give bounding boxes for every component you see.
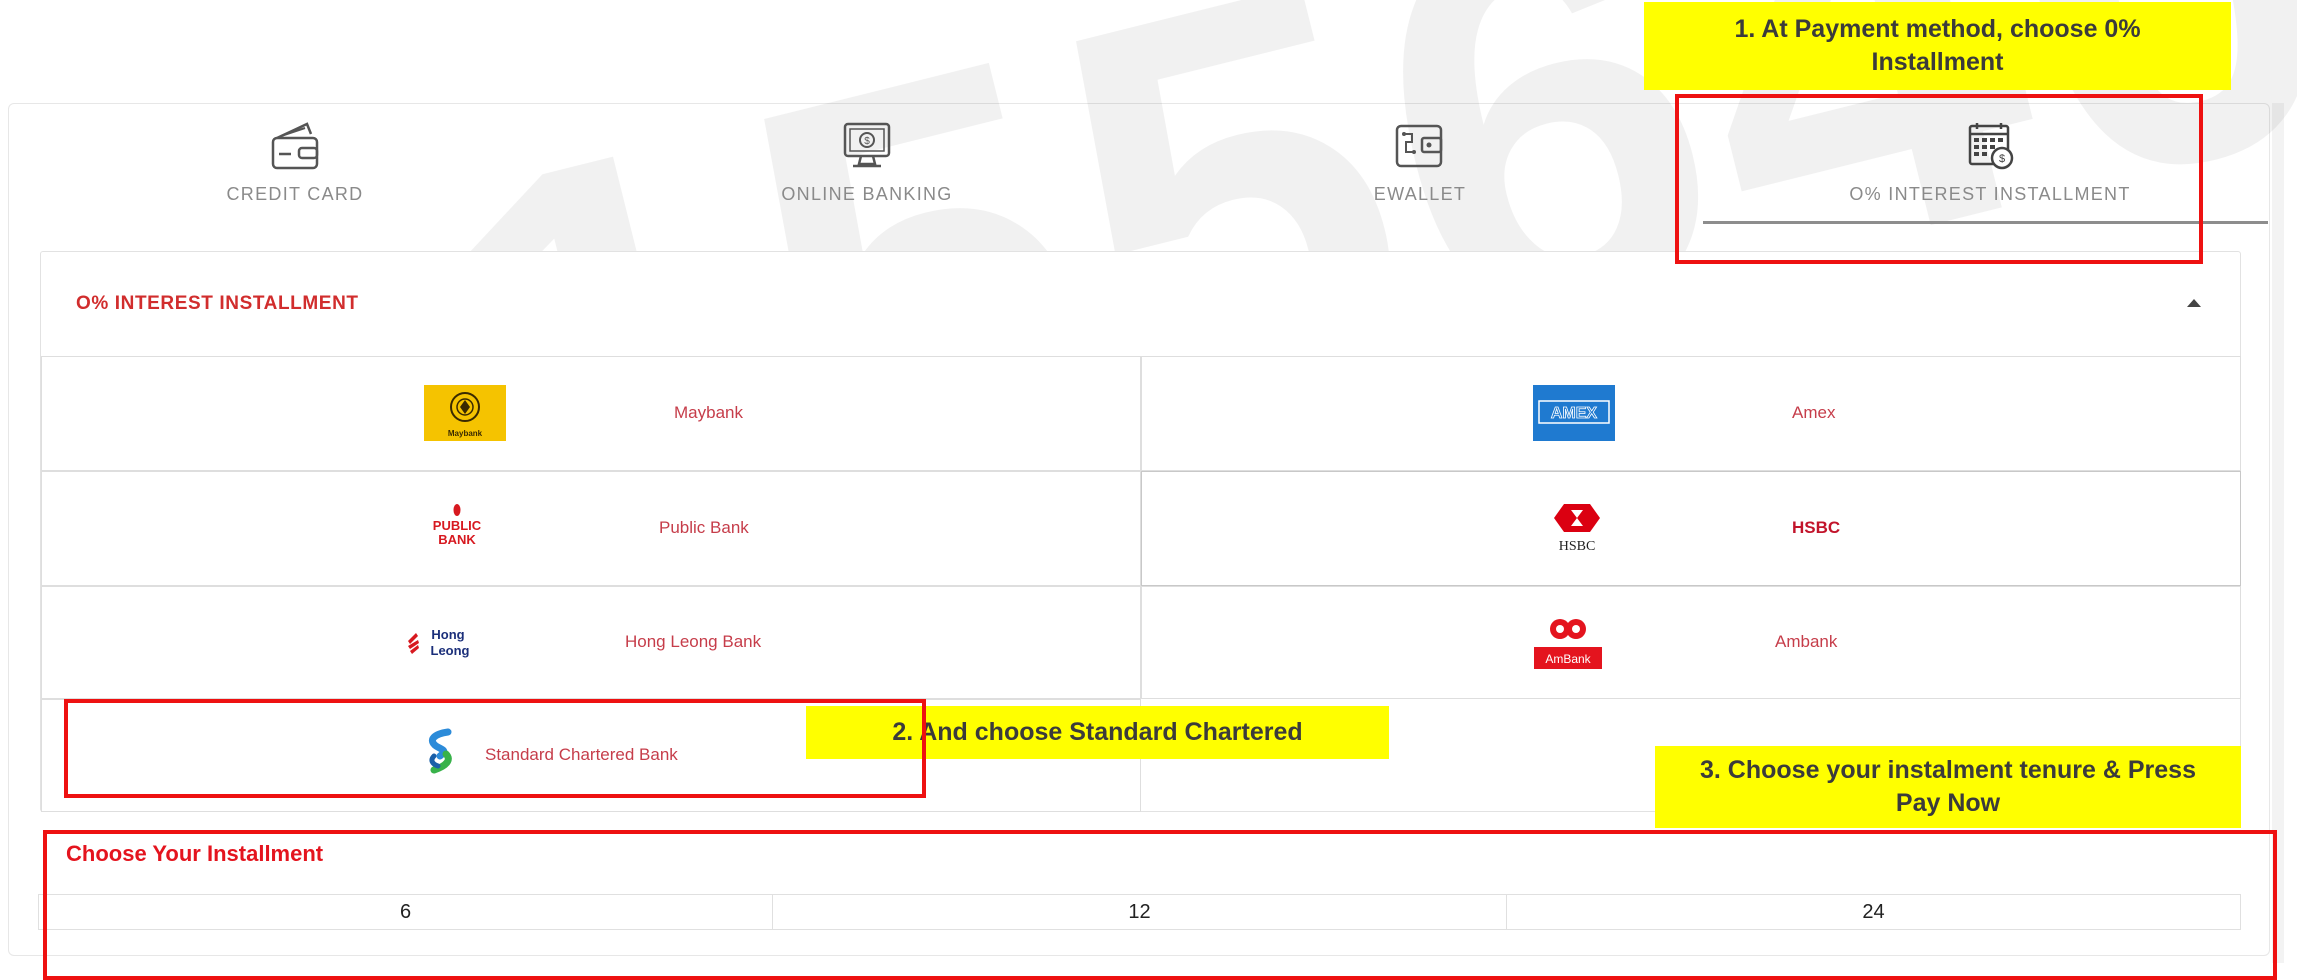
bank-name: Maybank — [674, 403, 743, 422]
chevron-up-icon[interactable] — [2187, 299, 2201, 307]
svg-text:AmBank: AmBank — [1545, 652, 1591, 666]
bank-option-ambank[interactable]: AmBank Ambank — [1141, 586, 2241, 699]
hong-leong-logo: Hong Leong — [400, 613, 484, 671]
bank-name: Ambank — [1775, 632, 1838, 651]
tab-credit-card[interactable]: CREDIT CARD — [180, 120, 410, 230]
tab-ewallet[interactable]: EWALLET — [1360, 120, 1480, 230]
annotation-step-1: 1. At Payment method, choose 0% Installm… — [1644, 2, 2231, 90]
svg-text:PUBLIC: PUBLIC — [433, 518, 482, 533]
section-title: O% INTEREST INSTALLMENT — [76, 293, 359, 314]
amex-logo: AMEX — [1533, 385, 1615, 441]
svg-text:$: $ — [864, 136, 870, 147]
hsbc-logo: HSBC — [1554, 504, 1600, 554]
highlight-box-step-3 — [43, 830, 2277, 980]
bank-name: Amex — [1792, 403, 1836, 422]
bank-name: Public Bank — [659, 518, 749, 537]
bank-name: HSBC — [1792, 518, 1841, 537]
tab-label: EWALLET — [1373, 184, 1467, 204]
bank-option-maybank[interactable]: Maybank Maybank — [41, 356, 1141, 471]
highlight-box-step-1 — [1675, 94, 2203, 264]
tab-label: CREDIT CARD — [226, 184, 364, 204]
tab-label: ONLINE BANKING — [781, 184, 953, 204]
svg-text:BANK: BANK — [438, 532, 476, 547]
svg-text:AMEX: AMEX — [1551, 405, 1598, 422]
bank-name: Hong Leong Bank — [625, 632, 762, 651]
maybank-logo: Maybank — [424, 385, 506, 441]
highlight-box-step-2 — [64, 699, 926, 798]
credit-card-wallet-icon — [271, 122, 319, 170]
bank-option-amex[interactable]: AMEX Amex — [1141, 356, 2241, 471]
online-banking-icon: $ — [843, 122, 891, 168]
svg-text:Maybank: Maybank — [448, 429, 483, 438]
ambank-logo: AmBank — [1534, 619, 1602, 669]
bank-option-hong-leong[interactable]: Hong Leong Hong Leong Bank — [41, 586, 1141, 699]
svg-text:Leong: Leong — [431, 643, 470, 658]
bank-option-public-bank[interactable]: PUBLIC BANK Public Bank — [41, 471, 1141, 586]
svg-text:Hong: Hong — [431, 627, 464, 642]
public-bank-logo: PUBLIC BANK — [416, 500, 498, 558]
tab-online-banking[interactable]: $ ONLINE BANKING — [742, 120, 992, 230]
svg-text:HSBC: HSBC — [1559, 539, 1596, 554]
annotation-step-3: 3. Choose your instalment tenure & Press… — [1655, 746, 2241, 828]
ewallet-icon — [1395, 124, 1443, 168]
bank-option-hsbc[interactable]: HSBC HSBC — [1141, 471, 2241, 586]
